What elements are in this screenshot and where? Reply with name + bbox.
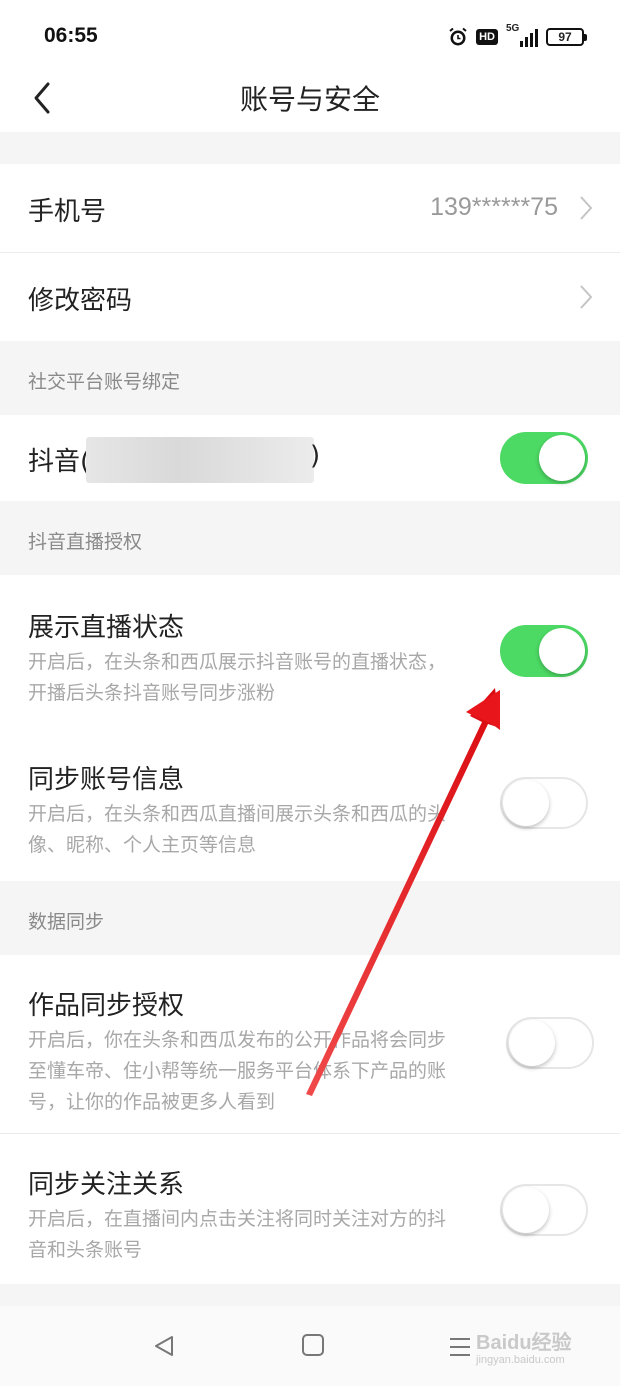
sync-account-info-desc: 开启后，在头条和西瓜直播间展示头条和西瓜的头像、昵称、个人主页等信息 — [28, 803, 447, 856]
nav-menu-icon[interactable] — [448, 1336, 472, 1358]
sync-follow-row: 同步关注关系 开启后，在直播间内点击关注将同时关注对方的抖音和头条账号 — [0, 1134, 620, 1284]
phone-label: 手机号 — [28, 197, 107, 227]
sync-follow-title: 同步关注关系 — [28, 1170, 185, 1200]
battery-icon: 97 — [546, 28, 587, 46]
sync-account-info-toggle[interactable] — [500, 777, 588, 829]
phone-value: 139******75 — [430, 193, 558, 221]
section-label: 数据同步 — [28, 911, 105, 933]
data-sync-section-header: 数据同步 — [0, 881, 620, 955]
nav-home-icon[interactable] — [302, 1334, 324, 1356]
sync-account-info-title: 同步账号信息 — [28, 765, 185, 795]
status-time: 06:55 — [44, 24, 98, 47]
status-bar: 06:55 HD 5G 97 — [0, 0, 620, 68]
douyin-binding-toggle[interactable] — [500, 432, 588, 484]
douyin-label-close: ) — [310, 441, 321, 471]
system-navigation-bar: Baidu经验 jingyan.baidu.com — [0, 1306, 620, 1386]
signal-icon: 5G — [506, 23, 538, 47]
chevron-right-icon — [580, 285, 593, 309]
nav-back-icon[interactable] — [152, 1334, 176, 1358]
sync-follow-desc: 开启后，在直播间内点击关注将同时关注对方的抖音和头条账号 — [28, 1208, 447, 1261]
works-sync-row: 作品同步授权 开启后，你在头条和西瓜发布的公开作品将会同步至懂车帝、住小帮等统一… — [0, 955, 620, 1133]
alarm-icon — [449, 27, 467, 46]
page-title: 账号与安全 — [239, 83, 380, 116]
section-label: 社交平台账号绑定 — [28, 371, 181, 393]
watermark-logo: Baidu经验 — [476, 1332, 572, 1354]
battery-level: 97 — [558, 30, 572, 44]
works-sync-desc: 开启后，你在头条和西瓜发布的公开作品将会同步至懂车帝、住小帮等统一服务平台体系下… — [28, 1029, 447, 1113]
section-gap — [0, 1284, 620, 1306]
change-password-row[interactable]: 修改密码 — [0, 253, 620, 341]
social-section-header: 社交平台账号绑定 — [0, 341, 620, 415]
watermark-url: jingyan.baidu.com — [476, 1354, 565, 1366]
blurred-account-name — [86, 437, 314, 483]
section-label: 抖音直播授权 — [28, 531, 143, 553]
network-type: 5G — [506, 23, 520, 34]
douyin-label: 抖音( — [28, 447, 91, 477]
section-gap — [0, 132, 620, 164]
phone-row[interactable]: 手机号 139******75 — [0, 164, 620, 252]
show-live-status-toggle[interactable] — [500, 625, 588, 677]
show-live-status-row: 展示直播状态 开启后，在头条和西瓜展示抖音账号的直播状态，开播后头条抖音账号同步… — [0, 575, 620, 727]
douyin-binding-row: 抖音( ) — [0, 415, 620, 501]
hd-icon: HD — [476, 29, 498, 45]
show-live-status-desc: 开启后，在头条和西瓜展示抖音账号的直播状态，开播后头条抖音账号同步涨粉 — [28, 651, 447, 704]
change-password-label: 修改密码 — [28, 286, 133, 316]
chevron-right-icon — [580, 196, 593, 220]
status-icons: HD 5G 97 — [448, 23, 587, 50]
show-live-status-title: 展示直播状态 — [28, 613, 185, 643]
sync-follow-toggle[interactable] — [500, 1184, 588, 1236]
live-auth-section-header: 抖音直播授权 — [0, 501, 620, 575]
works-sync-toggle[interactable] — [506, 1017, 594, 1069]
sync-account-info-row: 同步账号信息 开启后，在头条和西瓜直播间展示头条和西瓜的头像、昵称、个人主页等信… — [0, 727, 620, 881]
header: 账号与安全 — [0, 68, 620, 132]
works-sync-title: 作品同步授权 — [28, 991, 185, 1021]
